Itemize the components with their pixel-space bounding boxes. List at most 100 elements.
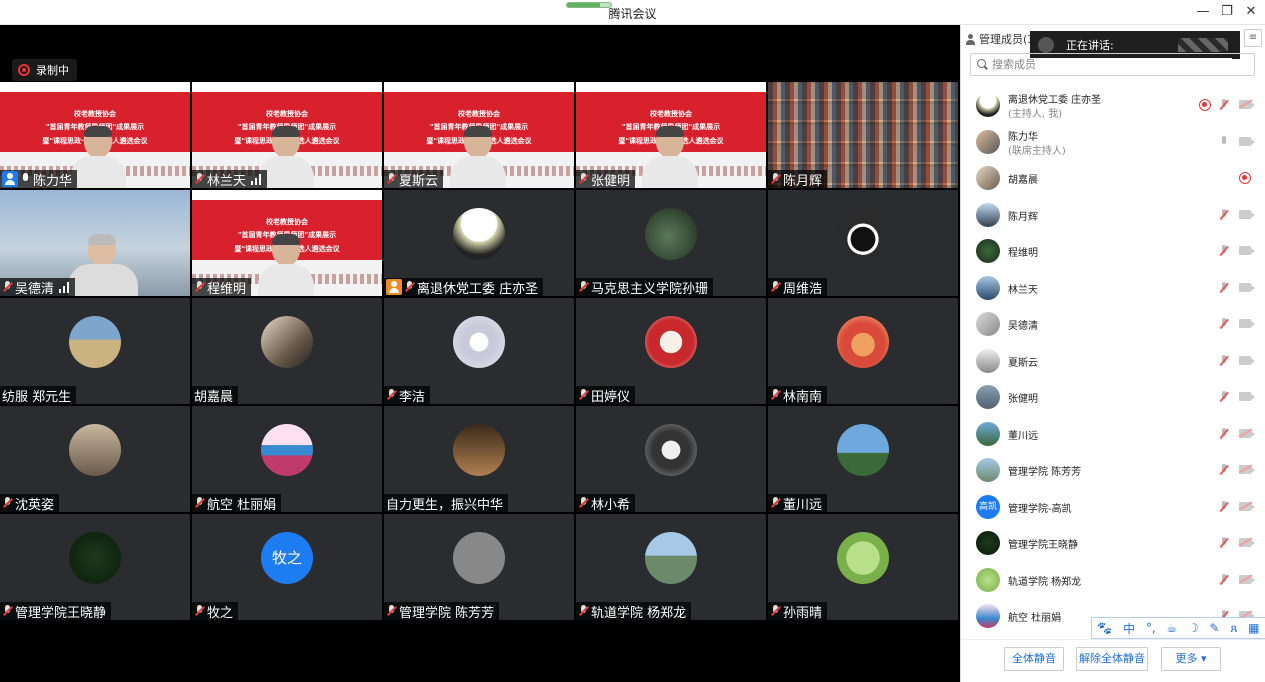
video-tile[interactable]: 沈英姿 — [0, 406, 190, 512]
video-tile[interactable]: 离退休党工委 庄亦圣 — [384, 190, 574, 296]
video-tile[interactable]: 轨道学院 杨郑龙 — [576, 514, 766, 620]
camera-off-icon[interactable] — [1239, 100, 1255, 109]
camera-icon[interactable] — [1239, 136, 1255, 146]
video-tile[interactable]: 周维浩 — [768, 190, 958, 296]
video-tile[interactable]: 校老教授协会"首届青年教师导师团"成果展示暨"课程思政十佳"候选人遴选会议程维明 — [192, 190, 382, 296]
video-tile[interactable]: 牧之 牧之 — [192, 514, 382, 620]
participant-name: 陈月辉 — [783, 173, 823, 189]
camera-icon[interactable] — [1239, 319, 1255, 328]
video-tile[interactable]: 校老教授协会"首届青年教师导师团"成果展示暨"课程思政十佳"候选人遴选会议张健明 — [576, 82, 766, 188]
member-row[interactable]: 程维明 — [961, 233, 1265, 269]
video-tile[interactable]: 自力更生，振兴中华 — [384, 406, 574, 512]
video-tile[interactable]: 林南南 — [768, 298, 958, 404]
ime-tool-icon[interactable]: ☽ — [1188, 621, 1199, 635]
participant-name: 纺服 郑元生 — [2, 389, 72, 405]
participant-name: 田婷仪 — [591, 389, 631, 405]
panel-menu-icon[interactable]: ≡ — [1244, 29, 1262, 47]
camera-off-icon[interactable] — [1239, 538, 1255, 547]
member-row[interactable]: 陈力华 (联席主持人) — [961, 124, 1265, 160]
ime-tool-icon[interactable]: ✎ — [1210, 621, 1220, 635]
mic-muted-icon[interactable] — [1219, 354, 1229, 367]
camera-icon[interactable] — [1239, 392, 1255, 401]
mic-muted-icon[interactable] — [1219, 99, 1229, 111]
minimize-button[interactable]: — — [1192, 3, 1214, 21]
member-search[interactable] — [970, 53, 1255, 76]
mic-icon[interactable] — [1219, 135, 1229, 148]
participant-video — [642, 126, 698, 188]
camera-icon[interactable] — [1239, 355, 1255, 365]
member-row[interactable]: 高凯 管理学院-高凯 — [961, 489, 1265, 525]
mute-all-button[interactable]: 全体静音 — [1004, 647, 1064, 671]
member-avatar — [976, 421, 1000, 446]
video-tile[interactable]: 李洁 — [384, 298, 574, 404]
camera-off-icon[interactable] — [1239, 428, 1255, 438]
avatar — [453, 424, 505, 476]
ime-tool-icon[interactable]: ጸ — [1230, 621, 1237, 636]
restore-button[interactable]: ❐ — [1216, 3, 1238, 21]
camera-icon[interactable] — [1239, 209, 1255, 219]
video-tile[interactable]: 林小希 — [576, 406, 766, 512]
ime-tool-icon[interactable]: 🐾 — [1097, 621, 1112, 635]
member-row[interactable]: 张健明 — [961, 379, 1265, 415]
member-row[interactable]: 管理学院王晓静 — [961, 525, 1265, 561]
slide-line: 校老教授协会 — [266, 218, 308, 226]
video-tile[interactable]: 胡嘉晨 — [192, 298, 382, 404]
mic-muted-icon[interactable] — [1219, 318, 1229, 330]
video-tile[interactable]: 吴德清 — [0, 190, 190, 296]
video-tile[interactable]: 陈月辉 — [768, 82, 958, 188]
member-row[interactable]: 陈月辉 — [961, 197, 1265, 233]
video-tile[interactable]: 校老教授协会"首届青年教师导师团"成果展示暨"课程思政十佳"候选人遴选会议林兰天 — [192, 82, 382, 188]
window-title: 腾讯会议 — [608, 7, 657, 21]
mic-muted-icon[interactable] — [1219, 427, 1229, 440]
recording-indicator[interactable]: 录制中 — [12, 59, 77, 81]
video-tile[interactable]: 校老教授协会"首届青年教师导师团"成果展示暨"课程思政十佳"候选人遴选会议陈力华 — [0, 82, 190, 188]
member-row[interactable]: 管理学院 陈芳芳 — [961, 452, 1265, 488]
camera-off-icon[interactable] — [1239, 465, 1255, 474]
avatar — [69, 424, 121, 476]
ime-tool-icon[interactable]: ▦ — [1248, 621, 1259, 635]
mic-muted-icon[interactable] — [1219, 573, 1229, 586]
mic-muted-icon — [578, 389, 589, 401]
search-input[interactable] — [992, 58, 1232, 71]
member-row[interactable]: 林兰天 — [961, 270, 1265, 306]
member-row[interactable]: 夏斯云 — [961, 343, 1265, 379]
video-tile[interactable]: 孙雨晴 — [768, 514, 958, 620]
video-tile[interactable]: 纺服 郑元生 — [0, 298, 190, 404]
mic-muted-icon[interactable] — [1219, 245, 1229, 257]
camera-icon[interactable] — [1239, 282, 1255, 292]
video-tile[interactable]: 田婷仪 — [576, 298, 766, 404]
member-row[interactable]: 离退休党工委 庄亦圣 (主持人, 我) — [961, 87, 1265, 123]
video-tile[interactable]: 管理学院王晓静 — [0, 514, 190, 620]
unmute-all-button[interactable]: 解除全体静音 — [1076, 647, 1148, 671]
video-tile[interactable]: 马克思主义学院孙珊 — [576, 190, 766, 296]
member-row[interactable]: 吴德清 — [961, 306, 1265, 342]
camera-off-icon[interactable] — [1239, 501, 1255, 511]
mic-muted-icon — [770, 173, 781, 185]
mic-muted-icon[interactable] — [1219, 391, 1229, 403]
mic-muted-icon[interactable] — [1219, 537, 1229, 549]
ime-tool-icon[interactable]: ☕ — [1166, 621, 1177, 635]
video-tile[interactable]: 校老教授协会"首届青年教师导师团"成果展示暨"课程思政十佳"候选人遴选会议夏斯云 — [384, 82, 574, 188]
member-row[interactable]: 轨道学院 杨郑龙 — [961, 562, 1265, 598]
video-tile[interactable]: 董川远 — [768, 406, 958, 512]
mic-muted-icon — [386, 389, 397, 401]
camera-icon[interactable] — [1239, 246, 1255, 255]
member-row[interactable]: 董川远 — [961, 416, 1265, 452]
speaker-name-obscured — [1178, 38, 1228, 52]
video-tile[interactable]: 管理学院 陈芳芳 — [384, 514, 574, 620]
participant-name: 胡嘉晨 — [194, 389, 234, 405]
record-icon — [1199, 99, 1211, 111]
ime-tool-icon[interactable]: 中 — [1123, 620, 1135, 637]
mic-muted-icon — [386, 605, 397, 617]
ime-toolbar[interactable]: 🐾 中 °, ☕ ☽ ✎ ጸ ▦ — [1091, 617, 1265, 639]
member-row[interactable]: 胡嘉晨 — [961, 160, 1265, 196]
mic-muted-icon[interactable] — [1219, 464, 1229, 476]
ime-tool-icon[interactable]: °, — [1146, 621, 1156, 635]
mic-muted-icon[interactable] — [1219, 208, 1229, 221]
close-button[interactable]: ✕ — [1240, 3, 1262, 21]
video-tile[interactable]: 航空 杜丽娟 — [192, 406, 382, 512]
camera-off-icon[interactable] — [1239, 574, 1255, 584]
mic-muted-icon[interactable] — [1219, 500, 1229, 513]
more-button[interactable]: 更多 ▾ — [1161, 647, 1221, 671]
mic-muted-icon[interactable] — [1219, 281, 1229, 294]
